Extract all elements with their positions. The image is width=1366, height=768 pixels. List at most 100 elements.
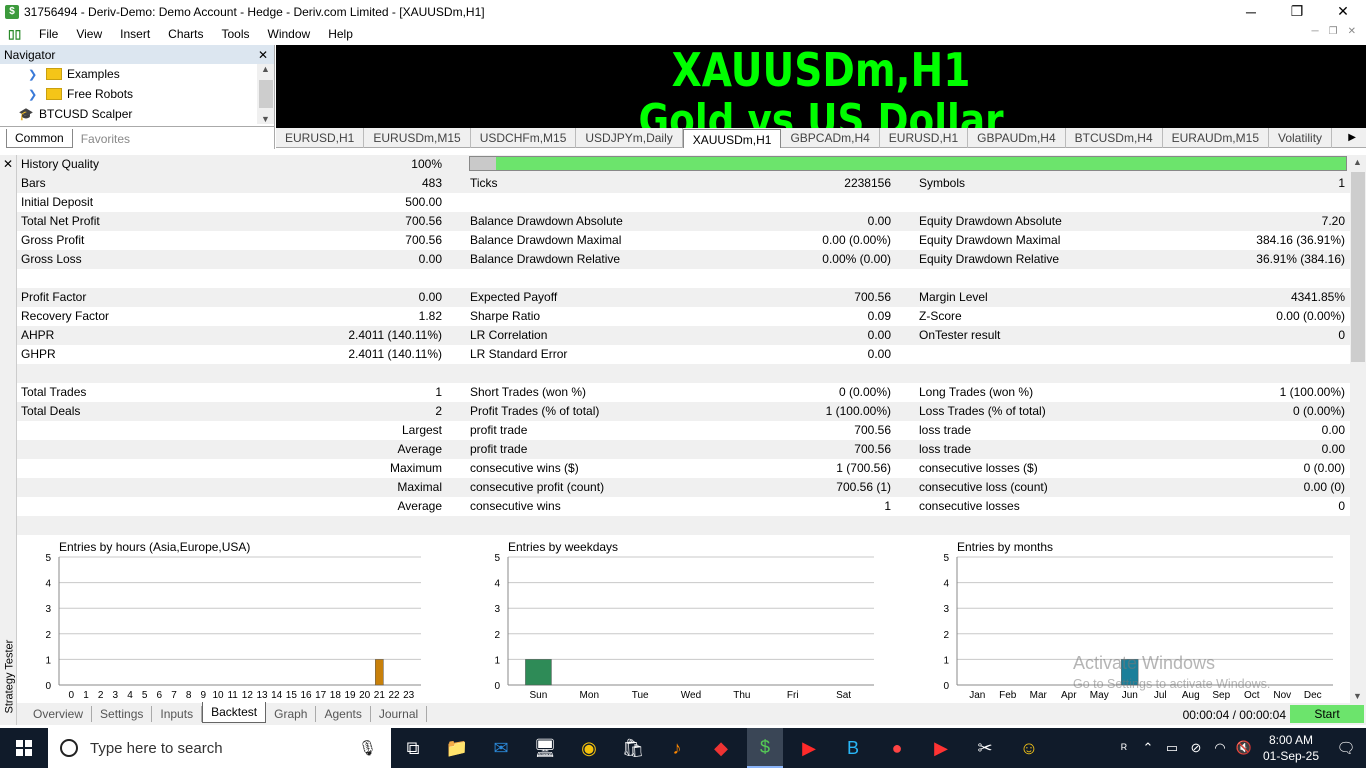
scroll-thumb[interactable] (258, 80, 273, 108)
capcut-icon[interactable]: ✂ (967, 728, 1003, 768)
battery-icon[interactable]: ▭ (1160, 740, 1184, 756)
value-col2: 700.56 (854, 423, 891, 437)
wifi-icon[interactable]: ◠ (1208, 740, 1232, 756)
menu-view[interactable]: View (67, 27, 111, 41)
video-app-icon[interactable]: ▶ (923, 728, 959, 768)
media-app-icon[interactable]: ● (879, 728, 915, 768)
chart-tabs-scroll-icon[interactable]: ▶ (1348, 128, 1356, 148)
label-col2: Balance Drawdown Maximal (470, 233, 622, 247)
menu-file[interactable]: File (30, 27, 67, 41)
app-red-icon[interactable]: ◆ (703, 728, 739, 768)
menu-help[interactable]: Help (319, 27, 362, 41)
chart-window[interactable]: XAUUSDm,H1 Gold vs US Dollar (276, 45, 1366, 128)
menu-charts[interactable]: Charts (159, 27, 212, 41)
b-app-icon[interactable]: B (835, 728, 871, 768)
mdi-minimize-icon[interactable]: ─ (1312, 26, 1319, 37)
scroll-down-icon[interactable]: ▼ (261, 114, 270, 124)
metatrader-icon[interactable]: $ (747, 728, 783, 768)
x-tick-label: 18 (330, 690, 342, 701)
scroll-up-icon[interactable]: ▲ (1353, 157, 1362, 167)
history-quality-bar-start (470, 157, 496, 170)
remote-desktop-icon[interactable]: 🖥 (527, 728, 563, 768)
notification-icon[interactable]: 🗨 (1326, 739, 1366, 757)
chart-tab[interactable]: EURUSD,H1 (276, 127, 365, 148)
tester-tab-settings[interactable]: Settings (92, 706, 153, 722)
chart-tab[interactable]: EURUSD,H1 (880, 127, 969, 148)
label-col2: Sharpe Ratio (470, 309, 541, 323)
chrome-icon[interactable]: ◉ (571, 728, 607, 768)
chart-tab[interactable]: USDJPYm,Daily (576, 127, 683, 148)
scroll-up-icon[interactable]: ▲ (261, 64, 270, 74)
menu-tools[interactable]: Tools (213, 27, 259, 41)
chevron-right-icon[interactable]: ❯ (28, 88, 42, 101)
tab-common[interactable]: Common (6, 129, 73, 148)
graduation-cap-icon: 🎓 (18, 107, 34, 121)
y-tick-label: 3 (494, 604, 500, 615)
start-button[interactable]: Start (1290, 705, 1364, 723)
chart-tab[interactable]: USDCHFm,M15 (471, 127, 577, 148)
tester-tab-backtest[interactable]: Backtest (202, 701, 267, 723)
tree-item-btcusd-scalper[interactable]: 🎓 BTCUSD Scalper (0, 104, 258, 124)
x-tick-label: Dec (1304, 690, 1322, 701)
minimize-icon[interactable]: ─ (1228, 0, 1274, 23)
label-col2: Expected Payoff (470, 290, 558, 304)
store-icon[interactable]: 🛍 (615, 728, 651, 768)
label-col2: Ticks (470, 176, 498, 190)
taskbar-search[interactable]: Type here to search 🎙 (48, 728, 391, 768)
scroll-thumb[interactable] (1351, 172, 1365, 362)
x-tick-label: 5 (142, 690, 148, 701)
menu-insert[interactable]: Insert (111, 27, 159, 41)
youtube-icon[interactable]: ▶ (791, 728, 827, 768)
chart-tab[interactable]: BTCUSDm,H4 (1066, 127, 1163, 148)
volume-icon[interactable]: 🔇 (1232, 740, 1256, 756)
tab-favorites[interactable]: Favorites (73, 130, 138, 148)
x-tick-label: Wed (681, 690, 701, 701)
x-tick-label: May (1090, 690, 1109, 701)
tester-tab-agents[interactable]: Agents (316, 706, 371, 722)
tree-item-free-robots[interactable]: ❯ Free Robots (0, 84, 258, 104)
clock[interactable]: 8:00 AM 01-Sep-25 (1256, 732, 1326, 764)
windows-logo-icon (16, 740, 32, 756)
mdi-close-icon[interactable]: ✕ (1348, 26, 1356, 37)
x-tick-label: 16 (300, 690, 312, 701)
task-view-icon[interactable]: ⧉ (395, 728, 431, 768)
report-scrollbar[interactable]: ▲ ▼ (1350, 155, 1366, 703)
label-col2: Balance Drawdown Relative (470, 252, 621, 266)
close-icon[interactable]: ✕ (1320, 0, 1366, 23)
value-col3: 1 (100.00%) (1279, 385, 1345, 399)
mail-icon[interactable]: ✉ (483, 728, 519, 768)
network-icon[interactable]: ⊘ (1184, 740, 1208, 756)
tester-tab-inputs[interactable]: Inputs (152, 706, 203, 722)
label-col3: Long Trades (won %) (919, 385, 1034, 399)
tester-tab-overview[interactable]: Overview (25, 706, 93, 722)
mdi-controls: ─ ❐ ✕ (1312, 26, 1356, 37)
label-col2: consecutive wins ($) (470, 461, 579, 475)
fl-studio-icon[interactable]: ♪ (659, 728, 695, 768)
navigator-scrollbar[interactable]: ▲ ▼ (257, 64, 274, 124)
chart-tab[interactable]: GBPCADm,H4 (781, 127, 880, 148)
chart-tab[interactable]: GBPAUDm,H4 (968, 127, 1066, 148)
tree-item-examples[interactable]: ❯ Examples (0, 64, 258, 84)
team-app-icon[interactable]: ☺ (1011, 728, 1047, 768)
scroll-down-icon[interactable]: ▼ (1353, 691, 1362, 701)
chart-tab[interactable]: XAUUSDm,H1 (682, 128, 782, 148)
chevron-right-icon[interactable]: ❯ (28, 68, 42, 81)
chart-tab[interactable]: Volatility (1269, 127, 1333, 148)
mdi-restore-icon[interactable]: ❐ (1329, 26, 1338, 37)
tester-close-icon[interactable]: ✕ (3, 157, 13, 171)
activate-windows-watermark: Activate Windows (1073, 653, 1216, 673)
x-tick-label: 22 (388, 690, 400, 701)
chart-tab[interactable]: EURAUDm,M15 (1163, 127, 1269, 148)
people-icon[interactable]: ᴿ (1112, 741, 1136, 756)
value-col3: 0.00 (1321, 423, 1345, 437)
tester-tab-graph[interactable]: Graph (266, 706, 317, 722)
restore-icon[interactable]: ❐ (1274, 0, 1320, 23)
tester-tab-journal[interactable]: Journal (371, 706, 428, 722)
file-explorer-icon[interactable]: 📁 (439, 728, 475, 768)
windows-start-button[interactable] (0, 728, 48, 768)
navigator-close-icon[interactable]: ✕ (258, 48, 268, 62)
microphone-icon[interactable]: 🎙 (358, 739, 377, 757)
chevron-up-icon[interactable]: ⌃ (1136, 740, 1160, 756)
menu-window[interactable]: Window (259, 27, 320, 41)
chart-tab[interactable]: EURUSDm,M15 (364, 127, 471, 148)
